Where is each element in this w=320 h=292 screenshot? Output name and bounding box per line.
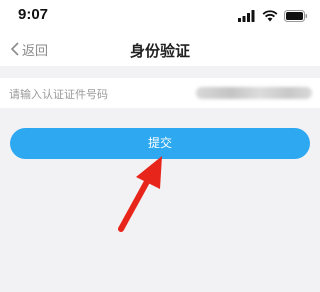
submit-button[interactable]: 提交	[10, 128, 310, 159]
id-number-placeholder: 请输入认证证件号码	[9, 88, 108, 101]
id-number-value-blurred	[196, 87, 312, 99]
status-icons	[238, 9, 308, 23]
signal-icon	[238, 10, 255, 22]
id-number-field[interactable]: 请输入认证证件号码	[0, 78, 320, 108]
status-bar: 9:07	[0, 0, 320, 32]
page-title: 身份验证	[129, 42, 190, 60]
status-time: 9:07	[18, 6, 49, 23]
navigation-bar: 返回 身份验证	[0, 32, 320, 66]
battery-icon	[284, 10, 308, 22]
wifi-icon	[262, 10, 278, 22]
